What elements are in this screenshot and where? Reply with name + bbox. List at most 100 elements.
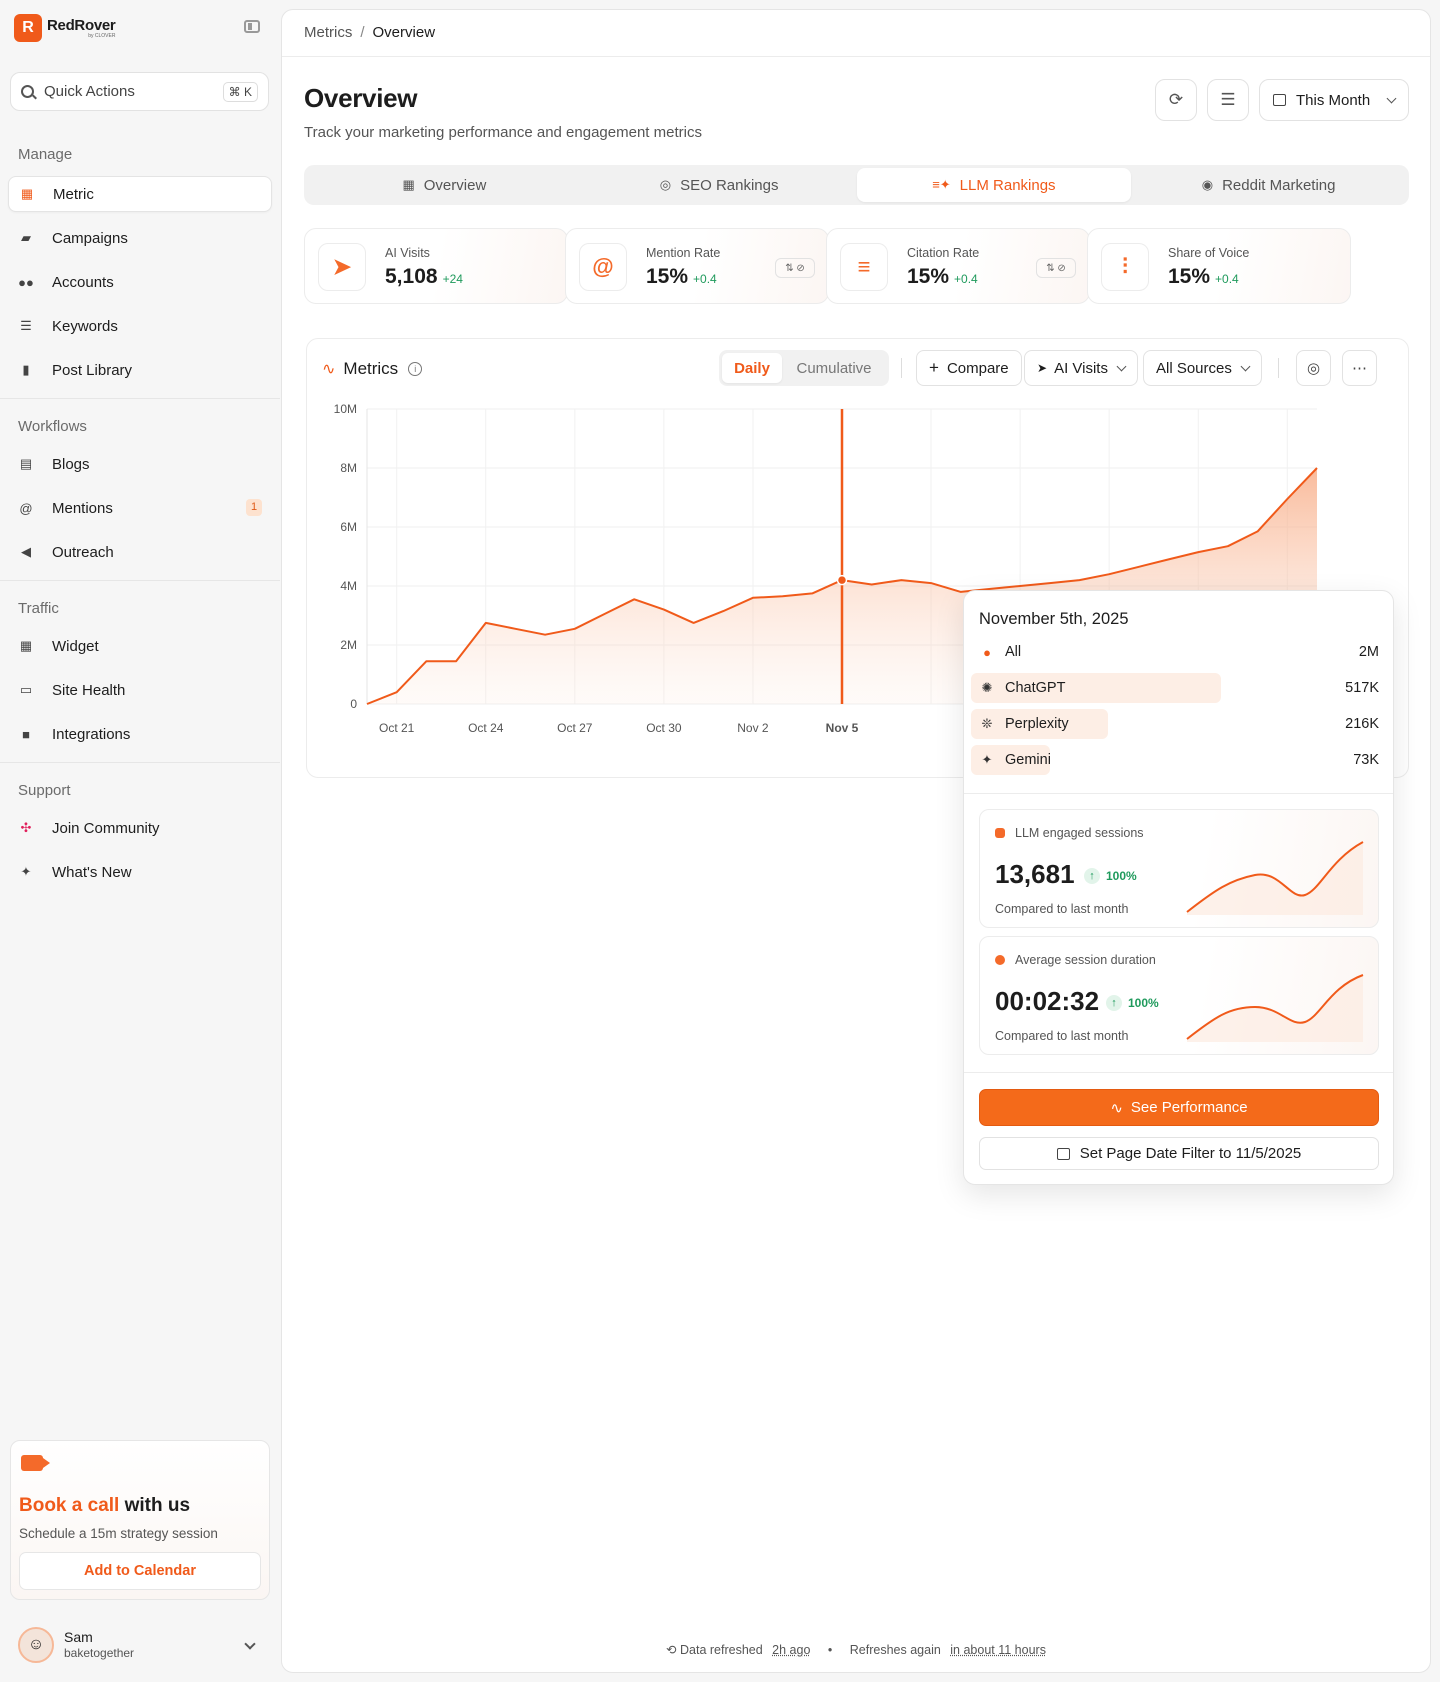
tab-label: Overview xyxy=(423,176,487,194)
book-call-card: Book a call with us Schedule a 15m strat… xyxy=(10,1440,270,1600)
sidebar-item-outreach[interactable]: ◀ Outreach xyxy=(8,534,272,570)
mini-card-label: Average session duration xyxy=(995,953,1156,967)
sidebar-item-metric[interactable]: ▦ Metric xyxy=(8,176,272,212)
folder-icon: ▰ xyxy=(21,230,31,245)
sparkle-icon: ✦ xyxy=(20,864,32,879)
sidebar-item-campaigns[interactable]: ▰ Campaigns xyxy=(8,220,272,256)
kpi-ai-visits[interactable]: ➤ AI Visits 5,108 +24 xyxy=(304,228,568,304)
tooltip-row-gemini[interactable]: ✦ Gemini 73K xyxy=(971,745,1387,775)
page-subtitle: Track your marketing performance and eng… xyxy=(304,124,702,141)
sidebar-item-post-library[interactable]: ▮ Post Library xyxy=(8,352,272,388)
chevron-down-icon[interactable] xyxy=(244,1638,256,1650)
perplexity-icon: ❊ xyxy=(981,716,993,731)
tab-llm-rankings[interactable]: ≡✦ LLM Rankings xyxy=(856,168,1132,202)
add-to-calendar-button[interactable]: Add to Calendar xyxy=(19,1552,261,1590)
sidebar-item-blogs[interactable]: ▤ Blogs xyxy=(8,446,272,482)
info-icon[interactable]: i xyxy=(408,362,423,376)
filter-button[interactable]: ☰ xyxy=(1207,79,1249,121)
y-tick-label: 0 xyxy=(350,697,357,711)
llm-icon: ≡✦ xyxy=(932,177,951,192)
more-options-button[interactable]: ⋯ xyxy=(1342,350,1377,386)
grid-icon: ▦ xyxy=(20,186,34,201)
tooltip-row-name: Gemini xyxy=(1005,752,1051,768)
users-icon: ●● xyxy=(18,274,34,290)
arrow-up-icon: ↑ xyxy=(1106,995,1122,1011)
kpi-citation-rate[interactable]: ≡ Citation Rate 15% +0.4 ⇅ ⊘ xyxy=(826,228,1090,304)
change-indicator: ↑ 100% xyxy=(1084,868,1137,884)
user-org: baketogether xyxy=(64,1646,135,1661)
mode-toggle: Daily Cumulative xyxy=(719,350,889,386)
compare-button[interactable]: + Compare xyxy=(916,350,1022,386)
change-indicator: ↑ 100% xyxy=(1106,995,1159,1011)
reddit-icon: ◉ xyxy=(1201,177,1214,192)
history-icon: ⟲ xyxy=(666,1643,677,1657)
tooltip-date: November 5th, 2025 xyxy=(979,610,1129,628)
date-range-select[interactable]: This Month xyxy=(1259,79,1409,121)
tooltip-row-perplexity[interactable]: ❊ Perplexity 216K xyxy=(971,709,1387,739)
target-icon: ◎ xyxy=(659,177,672,192)
sidebar-item-widget[interactable]: ▦ Widget xyxy=(8,628,272,664)
sidebar-item-accounts[interactable]: ●● Accounts xyxy=(8,264,272,300)
user-menu[interactable]: ☺ Sam baketogether xyxy=(18,1627,134,1663)
breadcrumb-parent[interactable]: Metrics xyxy=(304,24,352,41)
megaphone-icon: ◀ xyxy=(21,544,31,559)
mode-daily[interactable]: Daily xyxy=(722,353,782,383)
see-performance-button[interactable]: ∿ See Performance xyxy=(979,1089,1379,1126)
y-tick-label: 8M xyxy=(340,461,357,475)
sidebar-item-join-community[interactable]: ✣ Join Community xyxy=(8,810,272,846)
sidebar-item-label: What's New xyxy=(52,863,132,881)
activity-icon: ∿ xyxy=(322,361,336,378)
sidebar-item-label: Metric xyxy=(53,185,94,203)
tooltip-row-name: ChatGPT xyxy=(1005,680,1066,696)
kpi-value: 5,108 xyxy=(385,265,438,288)
kpi-mention-rate[interactable]: @ Mention Rate 15% +0.4 ⇅ ⊘ xyxy=(565,228,829,304)
tooltip-row-value: 216K xyxy=(1345,716,1379,732)
sidebar-toggle-icon[interactable] xyxy=(244,20,260,33)
duration-icon xyxy=(995,955,1005,965)
tooltip-row-chatgpt[interactable]: ✺ ChatGPT 517K xyxy=(971,673,1387,703)
sidebar-item-integrations[interactable]: ■ Integrations xyxy=(8,716,272,752)
highlight-point xyxy=(836,574,848,586)
quick-actions-label: Quick Actions xyxy=(44,83,135,100)
set-date-filter-button[interactable]: Set Page Date Filter to 11/5/2025 xyxy=(979,1137,1379,1170)
toolbar-divider xyxy=(901,358,902,378)
sort-toggle-pill[interactable]: ⇅ ⊘ xyxy=(1036,258,1076,278)
sidebar-item-site-health[interactable]: ▭ Site Health xyxy=(8,672,272,708)
x-tick-label: Oct 30 xyxy=(646,721,682,735)
kpi-value: 15% xyxy=(1168,265,1211,288)
metric-select[interactable]: ➤ AI Visits xyxy=(1024,350,1138,386)
breadcrumb: Metrics / Overview xyxy=(304,24,435,41)
chart-tooltip-popover: November 5th, 2025 ● All 2M ✺ ChatGPT 51… xyxy=(963,590,1394,1185)
sort-toggle-pill[interactable]: ⇅ ⊘ xyxy=(775,258,815,278)
section-manage: Manage xyxy=(18,146,73,163)
tab-overview[interactable]: ▦ Overview xyxy=(307,168,582,202)
mini-card-label-text: Average session duration xyxy=(1015,953,1156,967)
slack-icon: ✣ xyxy=(20,820,32,835)
kpi-share-of-voice[interactable]: ⫶ Share of Voice 15% +0.4 xyxy=(1087,228,1351,304)
mode-cumulative[interactable]: Cumulative xyxy=(782,353,886,383)
x-tick-label: Nov 2 xyxy=(737,721,769,735)
sparkline xyxy=(1186,841,1364,915)
next-refresh-label: Refreshes again xyxy=(849,1643,941,1657)
quick-actions-button[interactable]: Quick Actions ⌘ K xyxy=(10,72,269,111)
chevron-down-icon xyxy=(1386,93,1397,103)
calendar-icon xyxy=(1056,1147,1070,1160)
tooltip-row-value: 517K xyxy=(1345,680,1379,696)
sidebar-item-keywords[interactable]: ☰ Keywords xyxy=(8,308,272,344)
sidebar-item-label: Keywords xyxy=(52,317,118,335)
app-logo[interactable]: R RedRover by CLOVER xyxy=(14,14,116,42)
refresh-button[interactable]: ⟳ xyxy=(1155,79,1197,121)
tab-reddit-marketing[interactable]: ◉ Reddit Marketing xyxy=(1131,168,1406,202)
sidebar-item-mentions[interactable]: @ Mentions 1 xyxy=(8,490,272,526)
tab-seo-rankings[interactable]: ◎ SEO Rankings xyxy=(582,168,857,202)
source-select[interactable]: All Sources xyxy=(1143,350,1262,386)
change-value: 100% xyxy=(1128,996,1159,1010)
session-duration-card[interactable]: Average session duration 00:02:32 ↑ 100% … xyxy=(979,936,1379,1055)
section-traffic: Traffic xyxy=(18,600,59,617)
mini-card-value: 00:02:32 xyxy=(995,986,1100,1016)
waveform-icon: ⫶ xyxy=(1101,243,1149,291)
llm-sessions-card[interactable]: LLM engaged sessions 13,681 ↑ 100% Compar… xyxy=(979,809,1379,928)
tooltip-row-all[interactable]: ● All 2M xyxy=(971,637,1387,667)
sidebar-item-whats-new[interactable]: ✦ What's New xyxy=(8,854,272,890)
target-button[interactable]: ◎ xyxy=(1296,350,1331,386)
